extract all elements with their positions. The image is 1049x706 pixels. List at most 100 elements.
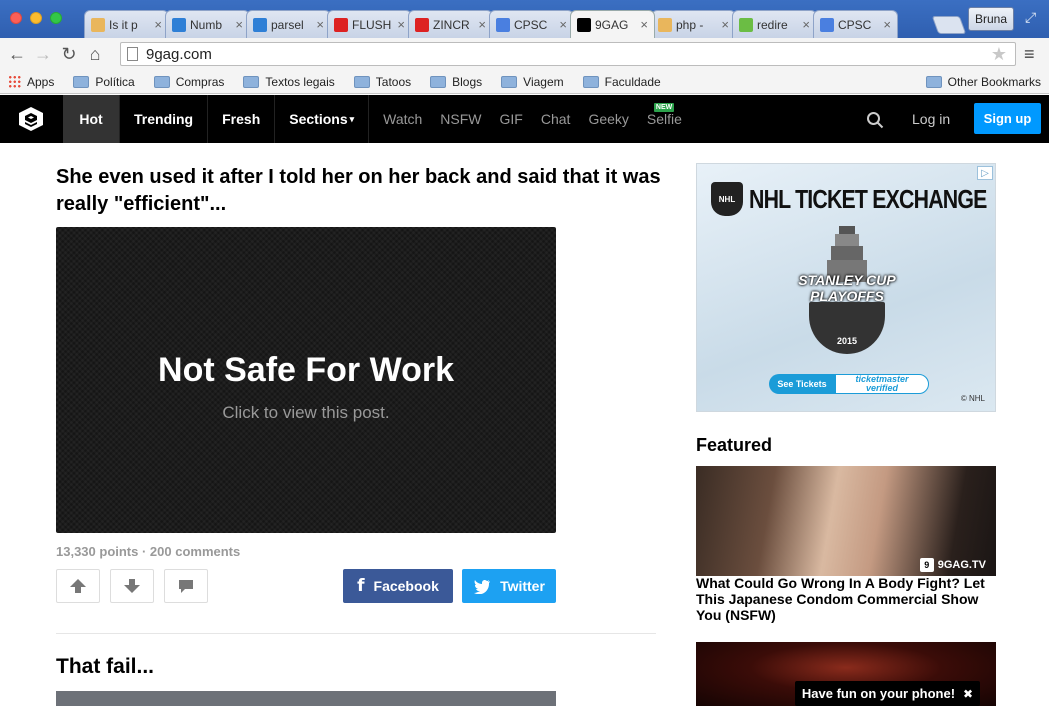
address-bar[interactable]: 9gag.com ★ [120, 42, 1016, 66]
nav-geeky[interactable]: Geeky [579, 95, 637, 143]
login-link[interactable]: Log in [912, 111, 950, 127]
bookmark-label: Política [95, 74, 135, 89]
9gag-tv-watermark: 9 9GAG.TV [919, 558, 986, 572]
bookmark-folder[interactable]: Viagem [501, 75, 564, 89]
reload-button[interactable]: ↻ [56, 41, 82, 67]
post-image[interactable] [56, 691, 556, 706]
bookmark-folder[interactable]: Política [73, 74, 135, 89]
browser-tab[interactable]: php - × [651, 10, 736, 38]
nav-chat[interactable]: Chat [532, 95, 580, 143]
nav-hot[interactable]: Hot [63, 95, 120, 143]
ad-banner[interactable]: ▷ NHL NHL TICKET EXCHANGE STANLEY CUP PL… [696, 163, 996, 412]
nav-nsfw[interactable]: NSFW [431, 95, 490, 143]
ticketmaster-badge: ticketmaster verified [835, 374, 929, 394]
upvote-button[interactable] [56, 569, 100, 603]
profile-button[interactable]: Bruna [968, 7, 1014, 31]
bookmark-star-icon[interactable]: ★ [991, 44, 1007, 65]
browser-tab[interactable]: redire × [732, 10, 817, 38]
9gag-logo-icon[interactable] [18, 106, 44, 132]
watermark-text: 9GAG.TV [937, 559, 986, 571]
new-tab-button[interactable] [931, 16, 967, 34]
featured-thumbnail[interactable]: 9 9GAG.TV [696, 466, 996, 576]
nsfw-subtitle: Click to view this post. [222, 403, 390, 422]
other-bookmarks[interactable]: Other Bookmarks [925, 75, 1041, 89]
app-promo-toast[interactable]: Have fun on your phone! ✖ [795, 681, 980, 706]
post-title[interactable]: That fail... [56, 655, 154, 679]
tab-favicon-icon [91, 17, 105, 32]
close-window-button[interactable] [10, 12, 22, 24]
bookmark-folder[interactable]: Blogs [430, 75, 482, 89]
tab-close-icon[interactable]: × [721, 17, 729, 32]
post-title[interactable]: She even used it after I told her on her… [56, 164, 666, 218]
bookmark-folder[interactable]: Textos legais [243, 75, 335, 89]
browser-tab[interactable]: FLUSH × [327, 10, 412, 38]
nsfw-title: Not Safe For Work [158, 351, 454, 389]
folder-icon [353, 75, 370, 88]
bookmark-folder[interactable]: Compras [153, 75, 224, 89]
minimize-window-button[interactable] [30, 12, 42, 24]
browser-tab[interactable]: CPSC × [813, 10, 898, 38]
tab-close-icon[interactable]: × [883, 17, 891, 32]
tab-title: FLUSH [352, 17, 392, 32]
tab-close-icon[interactable]: × [802, 17, 810, 32]
downvote-button[interactable] [110, 569, 154, 603]
twitter-label: Twitter [500, 578, 545, 594]
browser-tab[interactable]: Is it p × [84, 10, 169, 38]
nav-selfie-label: Selfie [646, 111, 682, 127]
menu-icon[interactable]: ≡ [1024, 44, 1035, 65]
see-tickets-button[interactable]: See Tickets [769, 374, 835, 394]
bookmark-folder[interactable]: Tatoos [353, 75, 411, 89]
bookmark-folder[interactable]: Faculdade [582, 75, 661, 89]
post-meta[interactable]: 13,330 points · 200 comments [56, 544, 240, 559]
tab-close-icon[interactable]: × [559, 17, 567, 32]
browser-tabstrip: Is it p × Numb × parsel × FLUSH × ZINCR × CPSC × 9GA… [0, 0, 1049, 38]
signup-button[interactable]: Sign up [974, 103, 1041, 134]
tab-close-icon[interactable]: × [235, 17, 243, 32]
ad-choices-icon[interactable]: ▷ [977, 166, 993, 180]
facebook-share-button[interactable]: f Facebook [343, 569, 453, 603]
tab-favicon-icon [334, 17, 348, 32]
tab-title: php - [676, 17, 704, 32]
tab-close-icon[interactable]: × [154, 17, 162, 32]
back-button[interactable]: ← [4, 41, 30, 67]
nav-sections[interactable]: Sections ▾ [275, 95, 370, 143]
search-icon[interactable] [866, 111, 884, 129]
tab-title: redire [757, 17, 788, 32]
arrow-up-icon [70, 579, 86, 593]
comment-button[interactable] [164, 569, 208, 603]
post-divider [56, 633, 656, 634]
tab-close-icon[interactable]: × [640, 17, 648, 32]
folder-icon [430, 75, 447, 88]
nav-fresh[interactable]: Fresh [208, 95, 276, 143]
tab-favicon-icon [415, 17, 429, 32]
site-header: Hot Trending Fresh Sections ▾ Watch NSFW … [0, 95, 1049, 143]
forward-button[interactable]: → [30, 41, 56, 67]
tab-close-icon[interactable]: × [397, 17, 405, 32]
featured-caption[interactable]: What Could Go Wrong In A Body Fight? Let… [696, 575, 996, 623]
browser-tab[interactable]: CPSC × [489, 10, 574, 38]
tab-favicon-icon [658, 17, 672, 32]
twitter-bird-icon [474, 579, 491, 594]
tab-close-icon[interactable]: × [316, 17, 324, 32]
nsfw-overlay[interactable]: Not Safe For Work Click to view this pos… [56, 227, 556, 533]
close-icon[interactable]: ✖ [963, 687, 973, 701]
nav-gif[interactable]: GIF [491, 95, 532, 143]
zoom-window-button[interactable] [50, 12, 62, 24]
folder-icon [925, 75, 942, 88]
browser-tab[interactable]: parsel × [246, 10, 331, 38]
nav-selfie[interactable]: NEW Selfie [638, 95, 691, 143]
browser-tab[interactable]: Numb × [165, 10, 250, 38]
browser-tab[interactable]: 9GAG × [570, 10, 655, 38]
tab-title: parsel [271, 17, 304, 32]
facebook-label: Facebook [373, 578, 439, 594]
twitter-share-button[interactable]: Twitter [462, 569, 556, 603]
fullscreen-icon[interactable]: ⤢ [1025, 9, 1041, 25]
browser-tab[interactable]: ZINCR × [408, 10, 493, 38]
nav-trending[interactable]: Trending [120, 95, 209, 143]
ad-headline: NHL TICKET EXCHANGE [749, 184, 987, 214]
nav-watch[interactable]: Watch [374, 95, 431, 143]
home-button[interactable]: ⌂ [82, 41, 108, 67]
tab-close-icon[interactable]: × [478, 17, 486, 32]
bookmark-apps[interactable]: Apps [8, 75, 54, 89]
apps-grid-icon [8, 75, 21, 88]
